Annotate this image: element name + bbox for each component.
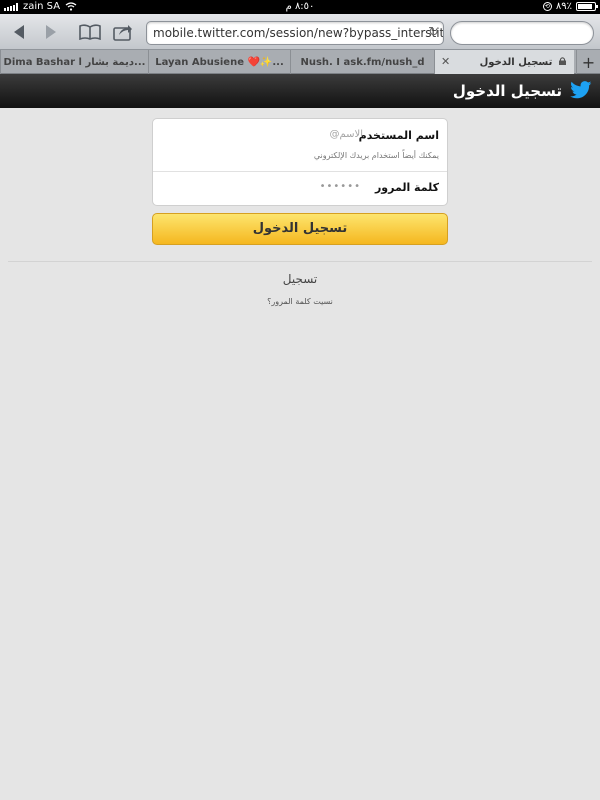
tab-label: تسجيل الدخول: [479, 56, 553, 68]
reload-icon[interactable]: ↻: [428, 25, 439, 40]
divider: [8, 261, 592, 262]
browser-toolbar: mobile.twitter.com/session/new?bypass_in…: [0, 14, 600, 50]
url-text: mobile.twitter.com/session/new?bypass_in…: [153, 26, 444, 40]
share-button[interactable]: [110, 20, 136, 44]
sign-in-button[interactable]: تسجيل الدخول: [152, 213, 448, 245]
username-input[interactable]: @الاسم: [329, 129, 363, 140]
tab-nush[interactable]: Nush. I ask.fm/nush_d: [290, 50, 434, 74]
padlock-icon: [559, 57, 566, 65]
password-input[interactable]: ••••••: [320, 181, 361, 192]
tab-dima-bashar[interactable]: Dima Bashar ديمة بشار ا...: [0, 50, 148, 74]
new-tab-button[interactable]: +: [576, 50, 600, 74]
plus-icon: +: [581, 52, 596, 72]
bookmarks-icon: [79, 24, 101, 40]
forgot-password-link[interactable]: نسيت كلمة المرور؟: [0, 297, 600, 306]
tab-bar: Dima Bashar ديمة بشار ا... Layan Abusien…: [0, 50, 600, 74]
clock: ٨:٥٠ م: [285, 1, 315, 12]
url-field[interactable]: mobile.twitter.com/session/new?bypass_in…: [146, 21, 444, 45]
status-right: ⟲ ٨٩٪: [542, 1, 598, 12]
email-hint: يمكنك أيضاً استخدام بريدك الإلكتروني: [313, 151, 439, 160]
tab-login-active[interactable]: ✕ تسجيل الدخول: [434, 50, 574, 74]
rotation-lock-icon: ⟲: [542, 2, 552, 11]
battery-icon: [576, 2, 598, 11]
share-icon: [113, 25, 132, 41]
bookmarks-button[interactable]: [76, 20, 104, 44]
status-bar: zain SA ٨:٥٠ م ⟲ ٨٩٪: [0, 0, 600, 14]
search-field[interactable]: [450, 21, 594, 45]
forward-button[interactable]: [38, 20, 64, 44]
tab-label: Layan Abusiene ❤️✨...: [155, 56, 284, 68]
tab-label: Dima Bashar ديمة بشار ا...: [3, 56, 146, 68]
password-label: كلمة المرور: [374, 181, 439, 194]
login-form: اسم المستخدم @الاسم يمكنك أيضاً استخدام …: [152, 118, 448, 206]
twitter-bird-icon[interactable]: [570, 81, 592, 99]
battery-percent: ٨٩٪: [555, 1, 572, 12]
back-button[interactable]: [6, 20, 32, 44]
tab-label: Nush. I ask.fm/nush_d: [300, 56, 425, 68]
tab-layan-abusiene[interactable]: Layan Abusiene ❤️✨...: [148, 50, 290, 74]
username-label: اسم المستخدم: [358, 129, 439, 142]
twitter-header: تسجيل الدخول: [0, 74, 600, 108]
page-title: تسجيل الدخول: [452, 82, 562, 100]
back-arrow-icon: [14, 25, 24, 39]
signup-link[interactable]: تسجيل: [0, 272, 600, 286]
close-tab-icon[interactable]: ✕: [441, 55, 450, 68]
forward-arrow-icon: [46, 25, 56, 39]
field-divider: [153, 171, 447, 172]
